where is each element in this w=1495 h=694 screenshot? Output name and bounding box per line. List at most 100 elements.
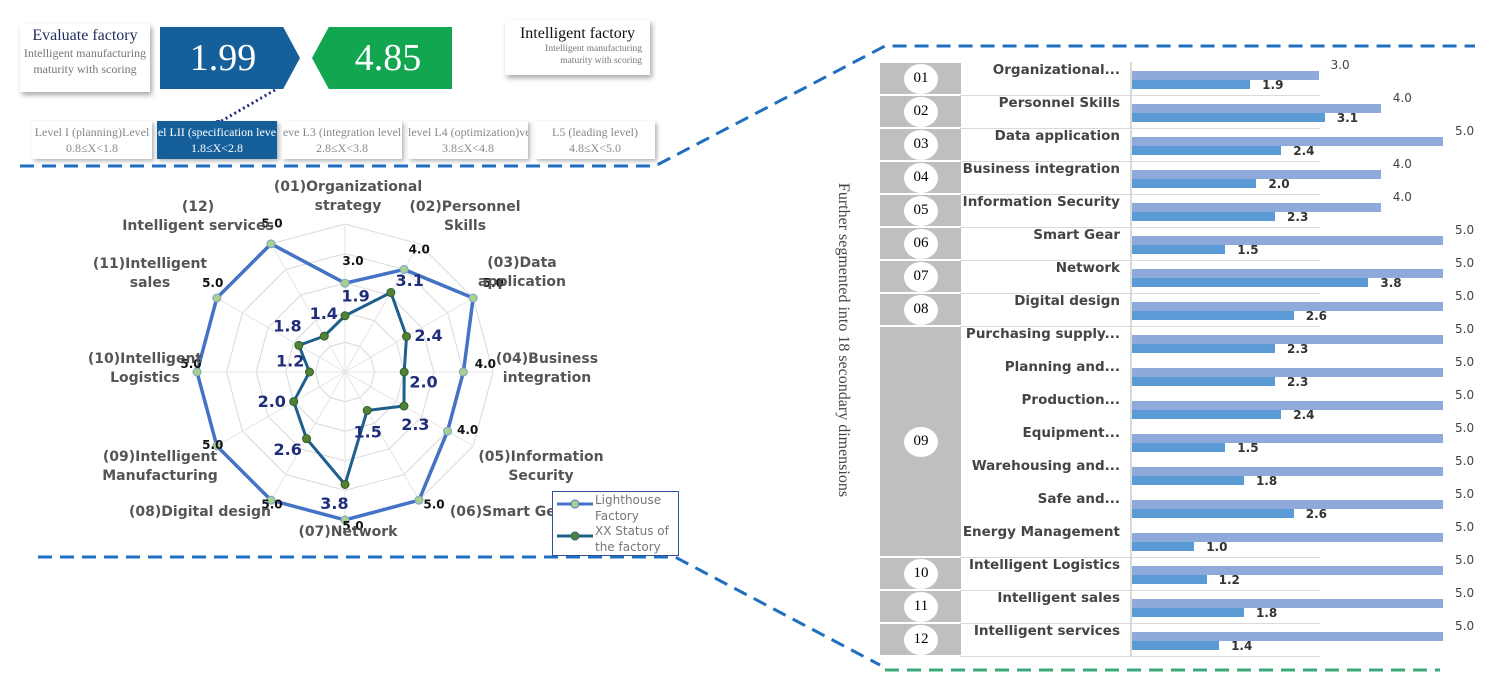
group-number-badge: 03: [904, 129, 938, 160]
actual-bar: [1132, 542, 1195, 551]
radar-category-label: (02)Personnel Skills: [409, 199, 521, 234]
lighthouse-point: [443, 426, 453, 436]
target-value-label: 5.0: [1455, 223, 1475, 237]
target-value-label: 4.0: [1392, 157, 1412, 171]
factory-point: [304, 367, 314, 377]
target-value-label: 5.0: [1455, 124, 1475, 138]
group-number-badge: 07: [904, 261, 938, 292]
lighthouse-value-label: 4.0: [457, 423, 478, 437]
target-bar: [1132, 302, 1443, 311]
lighthouse-point: [212, 293, 222, 303]
target-value-label: 5.0: [1455, 322, 1475, 336]
radar-category-label: (08)Digital design: [129, 504, 271, 520]
factory-point: [402, 331, 412, 341]
actual-bar: [1132, 278, 1369, 287]
group-number-cell: 02: [880, 96, 961, 127]
row-label: Network: [1055, 260, 1120, 276]
row-label: Digital design: [1014, 293, 1120, 309]
target-value-label: 5.0: [1455, 487, 1475, 501]
row-label: Intelligent sales: [997, 590, 1120, 606]
group-number-badge: 06: [904, 228, 938, 259]
row-separator: [960, 656, 1320, 657]
row-label: Data application: [994, 128, 1120, 144]
actual-bar: [1132, 179, 1257, 188]
group-number-cell: 12: [880, 624, 961, 655]
actual-value-label: 1.9: [1262, 78, 1284, 92]
radar-category-label: (12) Intelligent services: [122, 199, 274, 234]
factory-point: [340, 479, 350, 489]
actual-bar: [1132, 311, 1294, 320]
lighthouse-value-label: 5.0: [423, 497, 444, 511]
target-value-label: 5.0: [1455, 454, 1475, 468]
row-label: Personnel Skills: [998, 95, 1120, 111]
factory-value-label: 2.3: [401, 415, 429, 434]
target-value-label: 5.0: [1455, 553, 1475, 567]
group-number-badge: 11: [904, 591, 938, 622]
target-value-label: 3.0: [1330, 58, 1350, 72]
factory-point: [399, 367, 409, 377]
target-value-label: 5.0: [1455, 289, 1475, 303]
factory-value-label: 1.2: [276, 351, 304, 370]
actual-bar: [1132, 80, 1251, 89]
actual-value-label: 1.5: [1237, 243, 1259, 257]
target-bar: [1132, 203, 1381, 212]
group-number-badge: 04: [904, 162, 938, 193]
radar-category-label: (03)Data application: [478, 255, 566, 290]
target-value-label: 5.0: [1455, 388, 1475, 402]
factory-point: [399, 401, 409, 411]
row-label: Safe and...: [1037, 491, 1120, 507]
row-label: Production...: [1021, 392, 1120, 408]
target-value-label: 5.0: [1455, 520, 1475, 534]
factory-value-label: 1.8: [273, 317, 301, 336]
actual-value-label: 1.8: [1255, 606, 1278, 620]
actual-bar: [1132, 146, 1282, 155]
actual-value-label: 1.4: [1231, 639, 1253, 653]
group-number-badge: 02: [904, 96, 938, 127]
target-bar: [1132, 401, 1443, 410]
actual-value-label: 1.8: [1255, 474, 1278, 488]
actual-bar: [1132, 509, 1294, 518]
target-value-label: 5.0: [1455, 421, 1475, 435]
radar-category-label: (05)Information Security: [478, 449, 604, 484]
actual-value-label: 2.3: [1287, 342, 1309, 356]
row-label: Warehousing and...: [971, 458, 1120, 474]
actual-value-label: 2.6: [1305, 507, 1327, 521]
group-number-cell: 03: [880, 129, 961, 160]
target-bar: [1132, 500, 1443, 509]
row-label: Purchasing supply...: [965, 326, 1120, 342]
actual-value-label: 1.2: [1218, 573, 1240, 587]
target-value-label: 5.0: [1455, 256, 1475, 270]
row-label: Smart Gear: [1033, 227, 1120, 243]
row-label: Organizational...: [992, 62, 1120, 78]
actual-bar: [1132, 641, 1220, 650]
factory-point: [319, 331, 329, 341]
target-bar: [1132, 566, 1443, 575]
group-number-badge: 10: [904, 558, 938, 589]
actual-value-label: 2.0: [1268, 177, 1290, 191]
target-value-label: 4.0: [1392, 190, 1412, 204]
target-value-label: 5.0: [1455, 619, 1475, 633]
lighthouse-point: [266, 239, 276, 249]
target-bar: [1132, 632, 1443, 641]
factory-value-label: 1.9: [341, 286, 369, 305]
row-label: Intelligent services: [973, 623, 1120, 639]
group-number-badge: 09: [904, 426, 938, 457]
actual-bar: [1132, 476, 1244, 485]
group-number-cell: 11: [880, 591, 961, 622]
factory-value-label: 3.1: [395, 271, 423, 290]
radar-category-label: (11)Intelligent sales: [92, 256, 208, 291]
radar-category-label: (04)Business integration: [495, 351, 599, 386]
legend-lighthouse-label: Lighthouse Factory: [595, 493, 662, 523]
group-number-badge: 01: [904, 63, 938, 94]
radar-category-label: (10)Intelligent Logistics: [87, 351, 203, 386]
radar-category-label: (07)Network: [298, 524, 398, 540]
legend-factory-label: XX Status of the factory: [595, 524, 669, 554]
target-bar: [1132, 236, 1443, 245]
group-number-cell: 06: [880, 228, 961, 259]
group-number-cell: 04: [880, 162, 961, 193]
actual-bar: [1132, 377, 1276, 386]
group-number-cell: 01: [880, 63, 961, 94]
row-label: Business integration: [962, 161, 1120, 177]
group-number-cell: 05: [880, 195, 961, 226]
group-number-cell: 10: [880, 558, 961, 589]
